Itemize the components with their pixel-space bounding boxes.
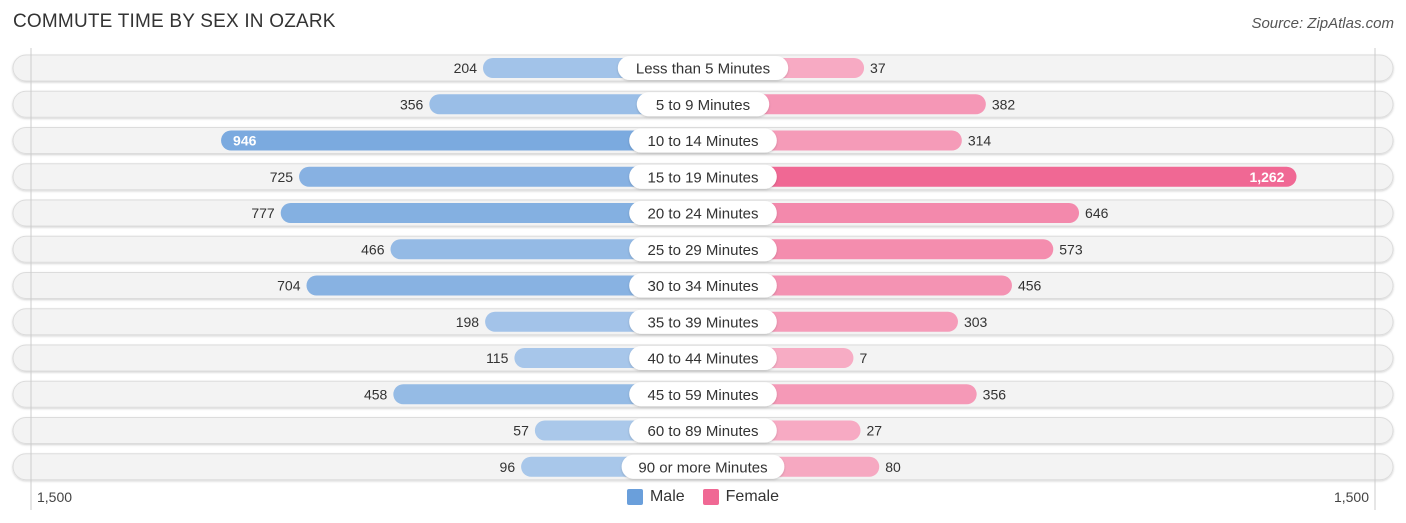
value-label-male: 198 [456,314,480,330]
value-label-male: 96 [500,459,516,475]
legend-item-female[interactable]: Female [702,488,780,506]
legend: Male Female [0,488,1406,506]
category-label: 90 or more Minutes [638,459,767,476]
value-label-female: 80 [885,459,901,475]
legend-label-male: Male [649,488,685,505]
value-label-male: 204 [454,60,478,76]
value-label-male: 946 [233,133,257,149]
value-label-female: 303 [964,314,988,330]
legend-item-male[interactable]: Male [626,488,685,506]
value-label-female: 456 [1018,278,1042,294]
category-label: 10 to 14 Minutes [648,133,759,150]
category-label: 5 to 9 Minutes [656,97,750,114]
value-label-female: 382 [992,96,1016,112]
value-label-male: 57 [513,423,529,439]
value-label-female: 646 [1085,205,1109,221]
category-label: 30 to 34 Minutes [648,278,759,295]
value-label-male: 466 [361,241,385,257]
value-label-female: 314 [968,133,992,149]
category-label: 35 to 39 Minutes [648,314,759,331]
value-label-male: 704 [277,278,301,294]
category-label: 20 to 24 Minutes [648,206,759,223]
bar-female[interactable] [703,166,1297,187]
value-label-male: 356 [400,96,424,112]
category-label: 45 to 59 Minutes [648,387,759,404]
value-label-female: 7 [859,350,867,366]
value-label-female: 356 [983,386,1007,402]
value-label-male: 458 [364,386,388,402]
value-label-female: 1,262 [1249,169,1284,185]
category-label: 60 to 89 Minutes [648,423,759,440]
value-label-male: 725 [270,169,294,185]
value-label-female: 27 [867,423,883,439]
value-label-male: 115 [486,350,509,366]
value-label-female: 573 [1059,241,1083,257]
legend-label-female: Female [725,488,780,505]
legend-swatch-male [626,489,643,505]
category-label: Less than 5 Minutes [636,61,770,78]
value-label-female: 37 [870,60,886,76]
legend-swatch-female [702,489,719,505]
category-label: 15 to 19 Minutes [648,169,759,186]
value-label-male: 777 [251,205,275,221]
chart-plot: Less than 5 Minutes 204 37 5 to 9 Minutes 35… [12,48,1394,510]
category-label: 40 to 44 Minutes [648,351,759,368]
category-label: 25 to 29 Minutes [648,242,759,259]
